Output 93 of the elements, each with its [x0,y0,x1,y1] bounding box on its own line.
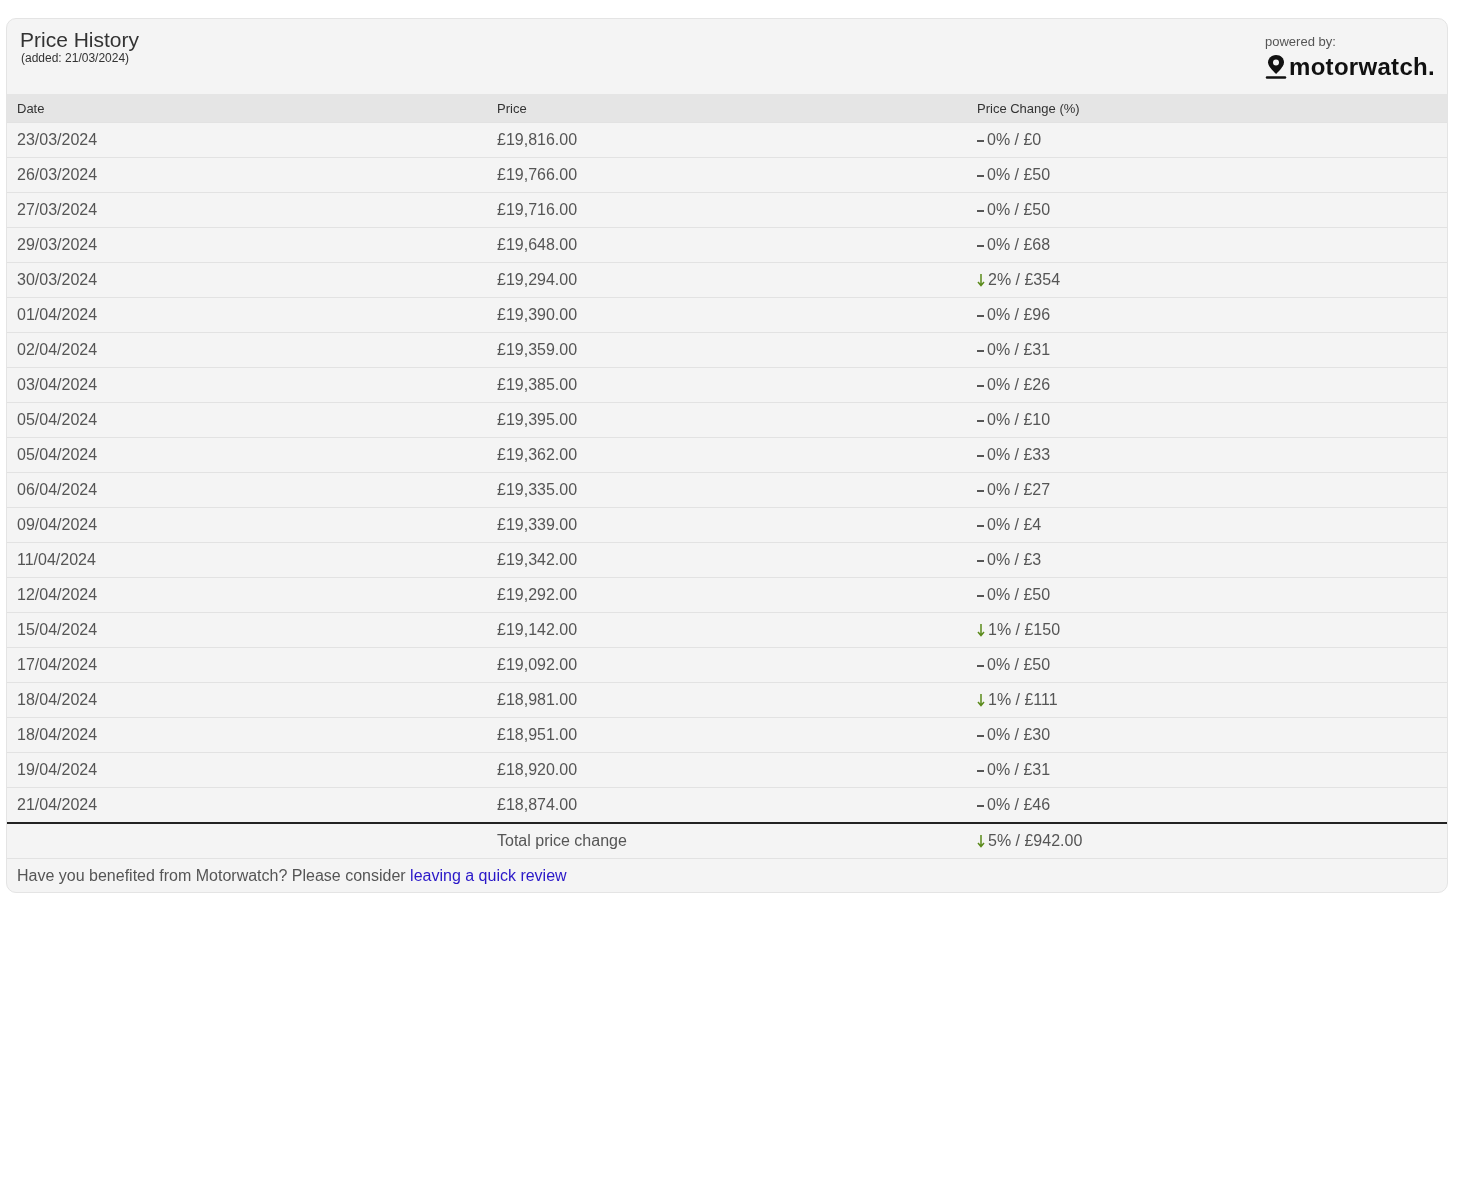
price-change-cell: 0% / £4 [977,516,1447,534]
price-cell-text: £19,648.00 [497,236,579,254]
price-cell-text: £19,335.00 [497,481,579,499]
price-change-cell: 0% / £46 [977,796,1447,814]
price-change-cell: 0% / £33 [977,446,1447,464]
dash-icon [977,665,984,667]
date-cell-text: 06/04/2024 [17,481,99,499]
price-cell-text: £18,874.00 [497,796,579,814]
date-cell-text: 09/04/2024 [17,516,99,534]
price-cell-text: £19,816.00 [497,131,579,149]
date-cell-text: 18/04/2024 [17,726,99,744]
price-cell-text: £19,142.00 [497,621,579,639]
dash-icon [977,735,984,737]
column-header: Price Change (%) [977,100,1081,116]
price-cell-text: £19,385.00 [497,376,579,394]
dash-icon [977,140,984,142]
dash-icon [977,420,984,422]
date-cell-text: 19/04/2024 [17,761,99,779]
price-cell-text: £19,390.00 [497,306,579,324]
dash-icon [977,385,984,387]
price-change-cell: 0% / £30 [977,726,1447,744]
date-cell-text: 30/03/2024 [17,271,99,289]
down-arrow-icon [977,273,985,287]
price-cell-text: £19,359.00 [497,341,579,359]
review-link[interactable]: leaving a quick review [410,866,567,884]
price-cell-text: £19,292.00 [497,586,579,604]
card-title: Price History [20,29,140,51]
date-cell-text: 11/04/2024 [17,551,97,569]
dash-icon [977,490,984,492]
date-cell-text: 12/04/2024 [17,586,99,604]
dash-icon [977,350,984,352]
total-change-cell: 5% / £942.00 [977,832,1447,850]
price-cell-text: £19,342.00 [497,551,579,569]
dash-icon [977,525,984,527]
price-cell-text: £18,920.00 [497,761,579,779]
price-change-cell: 0% / £3 [977,551,1447,569]
review-prompt: Have you benefited from Motorwatch? Please consider leaving a quick review [17,866,567,885]
price-change-cell: 0% / £27 [977,481,1447,499]
price-cell-text: £19,766.00 [497,166,579,184]
date-cell-text: 03/04/2024 [17,376,99,394]
down-arrow-icon [977,834,985,848]
price-change-cell: 0% / £68 [977,236,1447,254]
column-header: Date [17,100,46,116]
price-cell-text: £19,716.00 [497,201,579,219]
dash-icon [977,245,984,247]
price-cell-text: £18,951.00 [497,726,579,744]
price-change-cell: 0% / £50 [977,166,1447,184]
down-arrow-icon [977,623,985,637]
price-change-cell: 0% / £50 [977,201,1447,219]
dash-icon [977,805,984,807]
price-change-cell: 0% / £10 [977,411,1447,429]
map-pin-icon [1265,54,1287,80]
dash-icon [977,315,984,317]
price-change-cell: 0% / £31 [977,761,1447,779]
date-cell-text: 29/03/2024 [17,236,99,254]
date-cell-text: 05/04/2024 [17,446,99,464]
down-arrow-icon [977,693,985,707]
dash-icon [977,455,984,457]
dash-icon [977,560,984,562]
price-cell-text: £19,339.00 [497,516,579,534]
price-cell-text: £18,981.00 [497,691,579,709]
price-change-cell: 1% / £111 [977,691,1447,709]
column-header: Price [497,100,528,116]
dash-icon [977,595,984,597]
date-cell-text: 15/04/2024 [17,621,99,639]
price-cell-text: £19,395.00 [497,411,579,429]
date-cell-text: 01/04/2024 [17,306,99,324]
total-label: Total price change [497,832,628,850]
date-cell-text: 26/03/2024 [17,166,99,184]
price-change-cell: 0% / £96 [977,306,1447,324]
price-change-cell: 0% / £0 [977,131,1447,149]
date-cell-text: 17/04/2024 [17,656,99,674]
price-cell-text: £19,092.00 [497,656,579,674]
date-cell-text: 23/03/2024 [17,131,99,149]
date-cell-text: 27/03/2024 [17,201,99,219]
price-change-cell: 0% / £26 [977,376,1447,394]
date-cell-text: 18/04/2024 [17,691,99,709]
price-cell-text: £19,294.00 [497,271,579,289]
price-cell-text: £19,362.00 [497,446,579,464]
powered-by-label: powered by: [1265,34,1337,49]
dash-icon [977,175,984,177]
motorwatch-logo: motorwatch. [1289,53,1435,81]
dash-icon [977,770,984,772]
date-cell-text: 05/04/2024 [17,411,99,429]
date-cell-text: 21/04/2024 [17,796,99,814]
price-change-cell: 0% / £50 [977,656,1447,674]
price-change-cell: 0% / £50 [977,586,1447,604]
price-change-cell: 2% / £354 [977,271,1447,289]
added-date: (added: 21/03/2024) [21,51,131,65]
date-cell-text: 02/04/2024 [17,341,99,359]
price-change-cell: 1% / £150 [977,621,1447,639]
price-change-cell: 0% / £31 [977,341,1447,359]
dash-icon [977,210,984,212]
